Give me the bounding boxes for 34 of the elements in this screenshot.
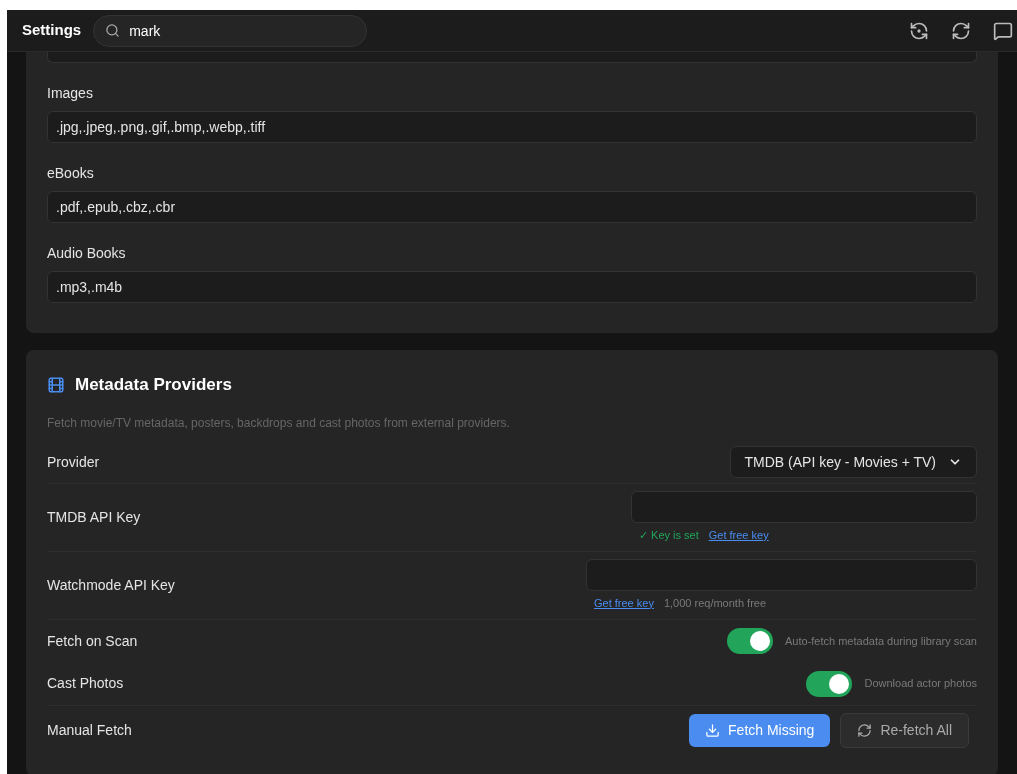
setting-label: Fetch on Scan [47,631,138,651]
rate-limit-note: 1,000 req/month free [663,595,767,611]
extensions-field[interactable]: .jpg,.jpeg,.png,.gif,.bmp,.webp,.tiff [47,111,977,143]
extensions-field[interactable]: .mp3,.m4b [47,271,977,303]
section-title: Metadata Providers [75,374,232,396]
setting-label: Watchmode API Key [47,575,175,595]
toggle-switch[interactable] [806,670,853,697]
refresh-icon [857,723,873,738]
setting-label: Manual Fetch [47,721,132,740]
setting-label: Provider [47,452,100,472]
extensions-field[interactable]: .pdf,.epub,.cbz,.cbr [47,191,977,223]
refetch-all-button[interactable]: Re-fetch All [840,713,969,748]
field-label: eBooks [47,164,95,183]
film-icon [47,375,65,394]
toggle-switch[interactable] [727,628,773,654]
refresh-icon[interactable] [951,20,971,41]
toggle-hint: Download actor photos [864,676,977,692]
toggle-hint: Auto-fetch metadata during library scan [785,633,977,649]
get-free-key-link[interactable]: Get free key [708,526,769,544]
search-field[interactable]: mark [93,14,368,47]
download-icon [705,723,721,738]
field-label: Audio Books [47,244,127,263]
provider-select[interactable]: TMDB (API key - Movies + TV) [729,446,977,478]
field-label: Images [47,84,94,103]
setting-label: TMDB API Key [47,507,141,527]
input-field[interactable] [47,52,977,63]
search-icon [105,22,121,38]
section-description: Fetch movie/TV metadata, posters, backdrops and cast photos from external providers. [47,414,511,432]
get-free-key-link[interactable]: Get free key [594,594,654,612]
page-title: Settings [22,20,82,41]
setting-label: Cast Photos [47,674,124,693]
chat-icon[interactable] [993,20,1013,41]
sync-icon[interactable] [909,20,929,41]
key-status: ✓ Key is set [639,527,699,543]
